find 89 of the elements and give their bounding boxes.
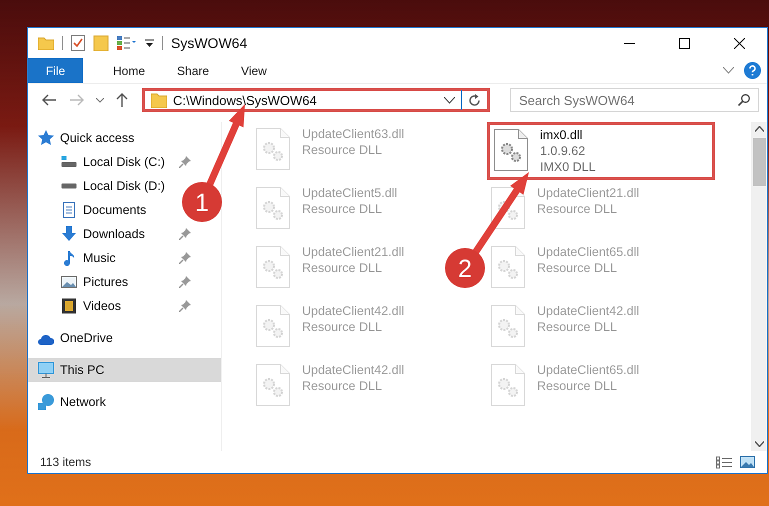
- help-icon[interactable]: [744, 62, 761, 79]
- sidebar-item[interactable]: Network: [28, 390, 221, 414]
- music-icon: [61, 250, 77, 266]
- pin-icon[interactable]: [179, 300, 191, 312]
- file-name: UpdateClient42.dll: [537, 303, 640, 319]
- gear-file-icon: [256, 187, 290, 229]
- address-bar[interactable]: C:\Windows\SysWOW64: [142, 88, 490, 112]
- gear-file-icon: [491, 187, 525, 229]
- sidebar-item[interactable]: OneDrive: [28, 326, 221, 350]
- search-icon: [738, 94, 750, 106]
- file-name: UpdateClient65.dll: [537, 362, 640, 378]
- file-name: UpdateClient21.dll: [537, 185, 640, 201]
- maximize-icon: [679, 38, 690, 48]
- sidebar-item[interactable]: Quick access: [28, 126, 221, 150]
- scrollbar[interactable]: [751, 122, 767, 451]
- checklist-icon[interactable]: [71, 35, 85, 51]
- picture-icon: [61, 274, 77, 290]
- pin-icon[interactable]: [179, 276, 191, 288]
- close-icon: [734, 38, 745, 48]
- file-detail: 1.0.9.62: [540, 143, 586, 159]
- search-field[interactable]: Search SysWOW64: [510, 88, 759, 112]
- minimize-icon: [624, 42, 635, 44]
- chevron-down-icon[interactable]: [444, 96, 455, 104]
- gear-file-icon: [491, 246, 525, 288]
- file-detail: Resource DLL: [537, 201, 618, 217]
- gear-file-icon: [256, 128, 290, 170]
- scroll-down-icon[interactable]: [754, 441, 764, 447]
- pin-icon[interactable]: [179, 228, 191, 240]
- step-badge: 1: [182, 182, 222, 222]
- details-view-icon[interactable]: [716, 456, 732, 468]
- scroll-thumb[interactable]: [752, 138, 766, 186]
- refresh-icon[interactable]: [468, 94, 481, 106]
- file-name: UpdateClient63.dll: [302, 126, 404, 142]
- file-detail: Resource DLL: [302, 142, 383, 158]
- network-icon: [38, 394, 54, 410]
- back-arrow-icon[interactable]: [42, 94, 56, 106]
- file-detail: IMX0 DLL: [540, 159, 596, 175]
- gear-file-icon: [494, 129, 528, 171]
- download-icon: [61, 226, 77, 242]
- sidebar-item[interactable]: Downloads: [28, 222, 221, 246]
- address-path[interactable]: C:\Windows\SysWOW64: [173, 92, 438, 108]
- gear-file-icon: [491, 364, 525, 406]
- file-name: UpdateClient5.dll: [302, 185, 398, 201]
- sidebar-item[interactable]: Documents: [28, 198, 152, 222]
- dropdown-icon[interactable]: [145, 38, 154, 48]
- file-detail: Resource DLL: [537, 260, 618, 276]
- file-detail: Resource DLL: [302, 201, 383, 217]
- pin-icon[interactable]: [179, 252, 191, 264]
- gear-file-icon: [256, 246, 290, 288]
- scroll-up-icon[interactable]: [754, 126, 764, 132]
- chevron-down-icon[interactable]: [96, 98, 104, 102]
- gear-file-icon: [256, 364, 290, 406]
- pin-icon[interactable]: [179, 156, 191, 168]
- file-name: UpdateClient42.dll: [302, 362, 404, 378]
- sidebar-item[interactable]: Music: [28, 246, 221, 270]
- file-item[interactable]: imx0.dll 1.0.9.62 IMX0 DLL: [487, 122, 715, 180]
- file-name: UpdateClient65.dll: [537, 244, 640, 260]
- ribbon-tab[interactable]: Home: [97, 58, 162, 83]
- large-icons-view-icon[interactable]: [740, 456, 755, 468]
- file-detail: Resource DLL: [537, 378, 618, 394]
- file-detail: Resource DLL: [537, 319, 618, 335]
- file-detail: Resource DLL: [302, 260, 383, 276]
- sidebar-item[interactable]: This PC: [28, 358, 221, 382]
- forward-arrow-icon[interactable]: [70, 94, 84, 106]
- up-arrow-icon[interactable]: [116, 93, 128, 107]
- document-icon: [61, 202, 77, 218]
- gear-file-icon: [256, 305, 290, 347]
- file-detail: Resource DLL: [302, 378, 383, 394]
- item-count: 113 items: [40, 455, 92, 469]
- drive-c-icon: [61, 154, 77, 170]
- star-icon: [38, 130, 54, 146]
- file-name: UpdateClient42.dll: [302, 303, 404, 319]
- step-badge: 2: [445, 248, 485, 288]
- monitor-icon: [38, 362, 54, 378]
- file-detail: Resource DLL: [302, 319, 383, 335]
- sidebar-item[interactable]: Pictures: [28, 270, 221, 294]
- ribbon-tab[interactable]: View: [225, 58, 283, 83]
- ribbon-tab[interactable]: Share: [161, 58, 226, 83]
- properties-icon[interactable]: [117, 36, 137, 50]
- sidebar-item[interactable]: Videos: [28, 294, 221, 318]
- sidebar-item[interactable]: Local Disk (D:): [28, 174, 171, 198]
- drive-icon: [61, 183, 77, 189]
- ribbon-tab[interactable]: File: [28, 58, 83, 83]
- gear-file-icon: [491, 305, 525, 347]
- video-icon: [61, 298, 77, 314]
- sidebar-item[interactable]: Local Disk (C:): [28, 150, 221, 174]
- window-title: SysWOW64: [171, 35, 248, 51]
- file-name: UpdateClient21.dll: [302, 244, 404, 260]
- file-name: imx0.dll: [540, 127, 584, 143]
